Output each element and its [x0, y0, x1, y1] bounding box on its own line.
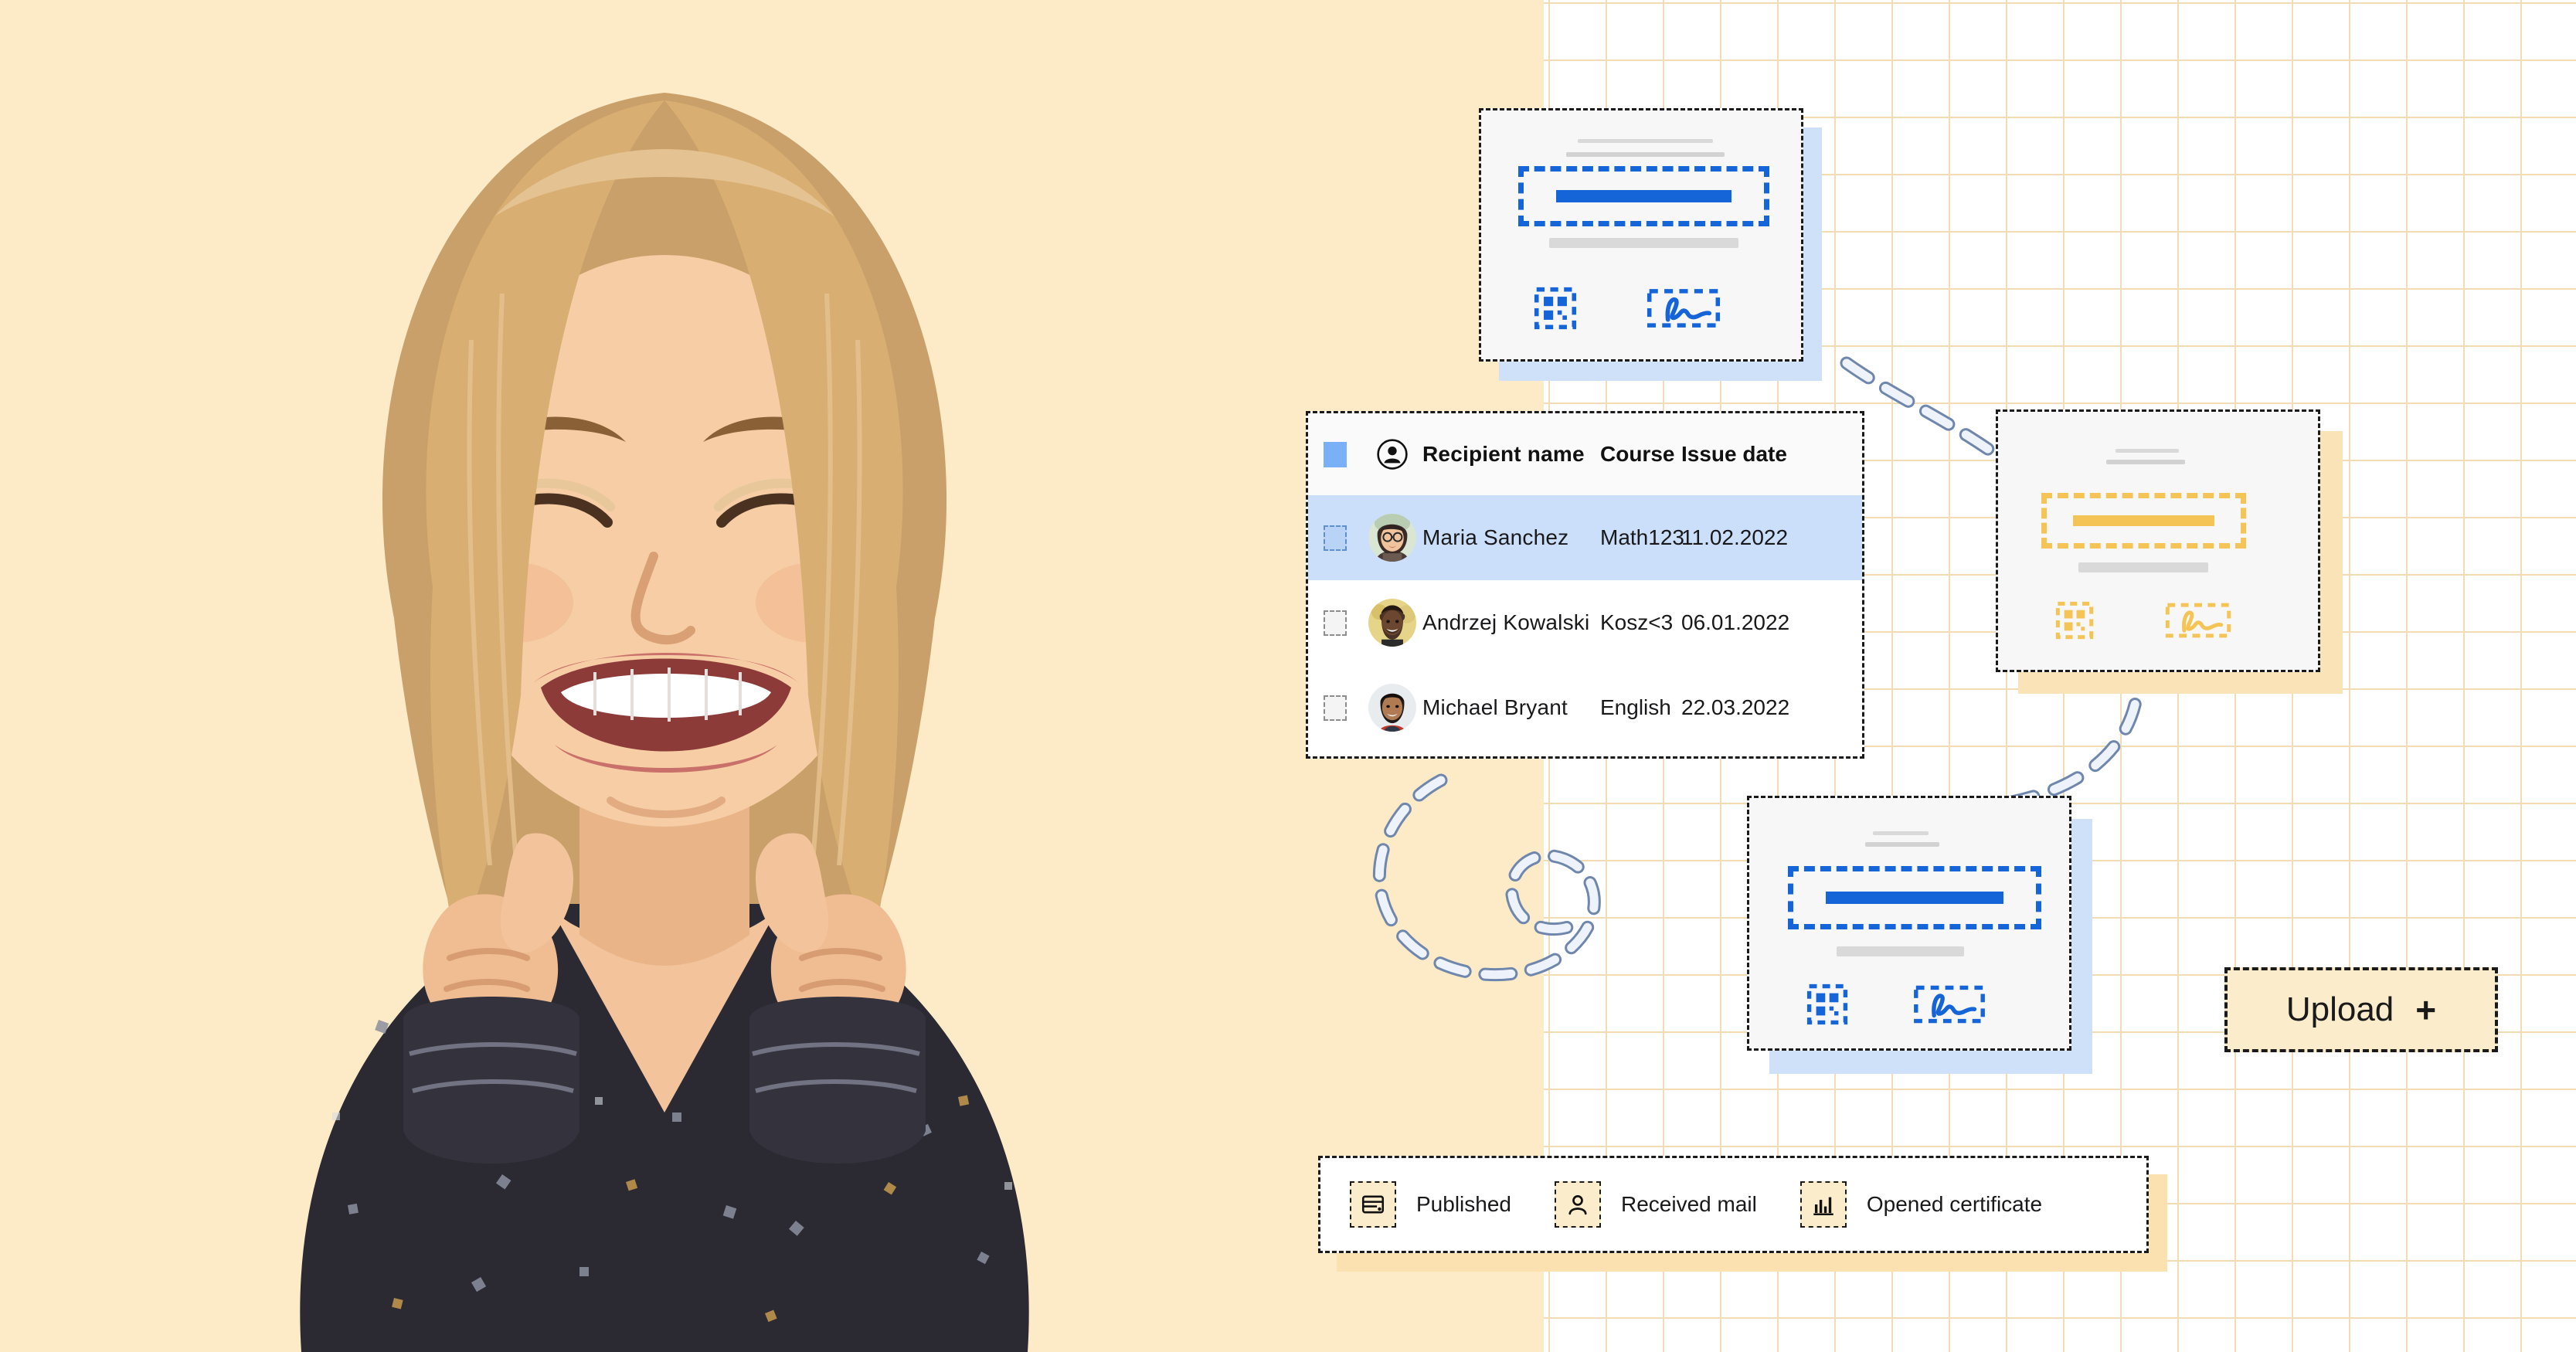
row-checkbox[interactable]	[1324, 525, 1347, 551]
person-icon	[1554, 1181, 1601, 1228]
qr-code-icon	[1806, 983, 1848, 1025]
cert-name-dashed-frame	[2041, 493, 2246, 549]
recipients-table: Recipient name Course Issue date Maria S…	[1306, 411, 1864, 759]
avatar-cell	[1362, 514, 1422, 562]
cert-recipient-name-bar	[1826, 891, 2003, 905]
row-checkbox-cell[interactable]	[1308, 525, 1362, 551]
cert-body-placeholder-line	[1837, 946, 1964, 956]
cert-recipient-name-bar	[2072, 515, 2215, 526]
cert-body-placeholder-line	[1549, 238, 1738, 248]
row-checkbox[interactable]	[1324, 610, 1347, 636]
qr-code-icon	[2055, 601, 2094, 640]
legend-item-published[interactable]: Published	[1350, 1181, 1511, 1228]
hero-portrait-image	[116, 31, 1213, 1352]
avatar-cell	[1362, 684, 1422, 732]
cert-title-placeholder-line	[1578, 139, 1713, 143]
row-checkbox-cell[interactable]	[1308, 610, 1362, 636]
cert-subtitle-placeholder-line	[1865, 842, 1939, 847]
cell-issue-date: 22.03.2022	[1681, 695, 1790, 719]
cell-recipient-name: Michael Bryant	[1422, 695, 1568, 719]
cert-subtitle-placeholder-line	[1566, 152, 1725, 157]
legend-item-opened-certificate[interactable]: Opened certificate	[1799, 1181, 2043, 1228]
upload-button-label: Upload	[2285, 990, 2394, 1028]
cert-body-placeholder-line	[2078, 562, 2208, 572]
table-row[interactable]: Maria Sanchez Math123 11.02.2022	[1308, 495, 1862, 580]
table-row[interactable]: Michael Bryant English 22.03.2022	[1308, 665, 1862, 750]
cell-recipient-name: Maria Sanchez	[1422, 525, 1569, 549]
cert-name-dashed-frame	[1518, 166, 1769, 226]
avatar	[1368, 599, 1416, 647]
cert-title-placeholder-line	[2116, 449, 2179, 453]
signature-icon	[2165, 601, 2231, 640]
cell-course: Kosz<3	[1600, 610, 1674, 634]
avatar	[1368, 684, 1416, 732]
row-checkbox-cell[interactable]	[1308, 695, 1362, 721]
column-header-issue-date[interactable]: Issue date	[1681, 442, 1813, 467]
avatar	[1368, 514, 1416, 562]
signature-icon	[1913, 983, 1986, 1025]
table-header-row: Recipient name Course Issue date	[1308, 413, 1862, 495]
cell-recipient-name: Andrzej Kowalski	[1422, 610, 1590, 634]
column-header-recipient-name[interactable]: Recipient name	[1422, 442, 1600, 467]
legend-item-received-mail[interactable]: Received mail	[1554, 1181, 1757, 1228]
qr-code-icon	[1534, 287, 1577, 330]
bar-chart-icon	[1799, 1181, 1847, 1228]
table-row[interactable]: Andrzej Kowalski Kosz<3 06.01.2022	[1308, 580, 1862, 665]
plus-icon: +	[2415, 990, 2437, 1030]
legend-label-received-mail: Received mail	[1620, 1192, 1757, 1216]
select-all-checkbox[interactable]	[1324, 441, 1347, 467]
person-circle-icon	[1376, 438, 1409, 470]
column-header-course[interactable]: Course	[1600, 442, 1681, 467]
cell-course: English	[1600, 695, 1671, 719]
certificate-card-top[interactable]	[1479, 108, 1803, 362]
select-all-checkbox-cell[interactable]	[1308, 441, 1362, 467]
cert-name-dashed-frame	[1788, 866, 2041, 929]
cell-issue-date: 06.01.2022	[1681, 610, 1790, 634]
avatar-cell	[1362, 599, 1422, 647]
legend-label-published: Published	[1416, 1192, 1511, 1216]
cert-recipient-name-bar	[1555, 190, 1731, 202]
hero-canvas: Recipient name Course Issue date Maria S…	[0, 0, 2576, 1352]
upload-button[interactable]: Upload +	[2224, 967, 2498, 1052]
certificate-card-bottom[interactable]	[1747, 796, 2071, 1051]
avatar-column-header	[1362, 438, 1422, 470]
cell-course: Math123	[1600, 525, 1684, 549]
cert-title-placeholder-line	[1873, 831, 1929, 835]
cell-issue-date: 11.02.2022	[1681, 525, 1789, 549]
published-card-icon	[1350, 1181, 1396, 1228]
row-checkbox[interactable]	[1324, 695, 1347, 721]
status-legend: Published Received mail Opened certifica…	[1318, 1156, 2149, 1253]
cert-subtitle-placeholder-line	[2106, 460, 2185, 464]
certificate-card-right[interactable]	[1996, 409, 2320, 672]
legend-label-opened-certificate: Opened certificate	[1866, 1192, 2043, 1216]
signature-icon	[1647, 287, 1721, 330]
